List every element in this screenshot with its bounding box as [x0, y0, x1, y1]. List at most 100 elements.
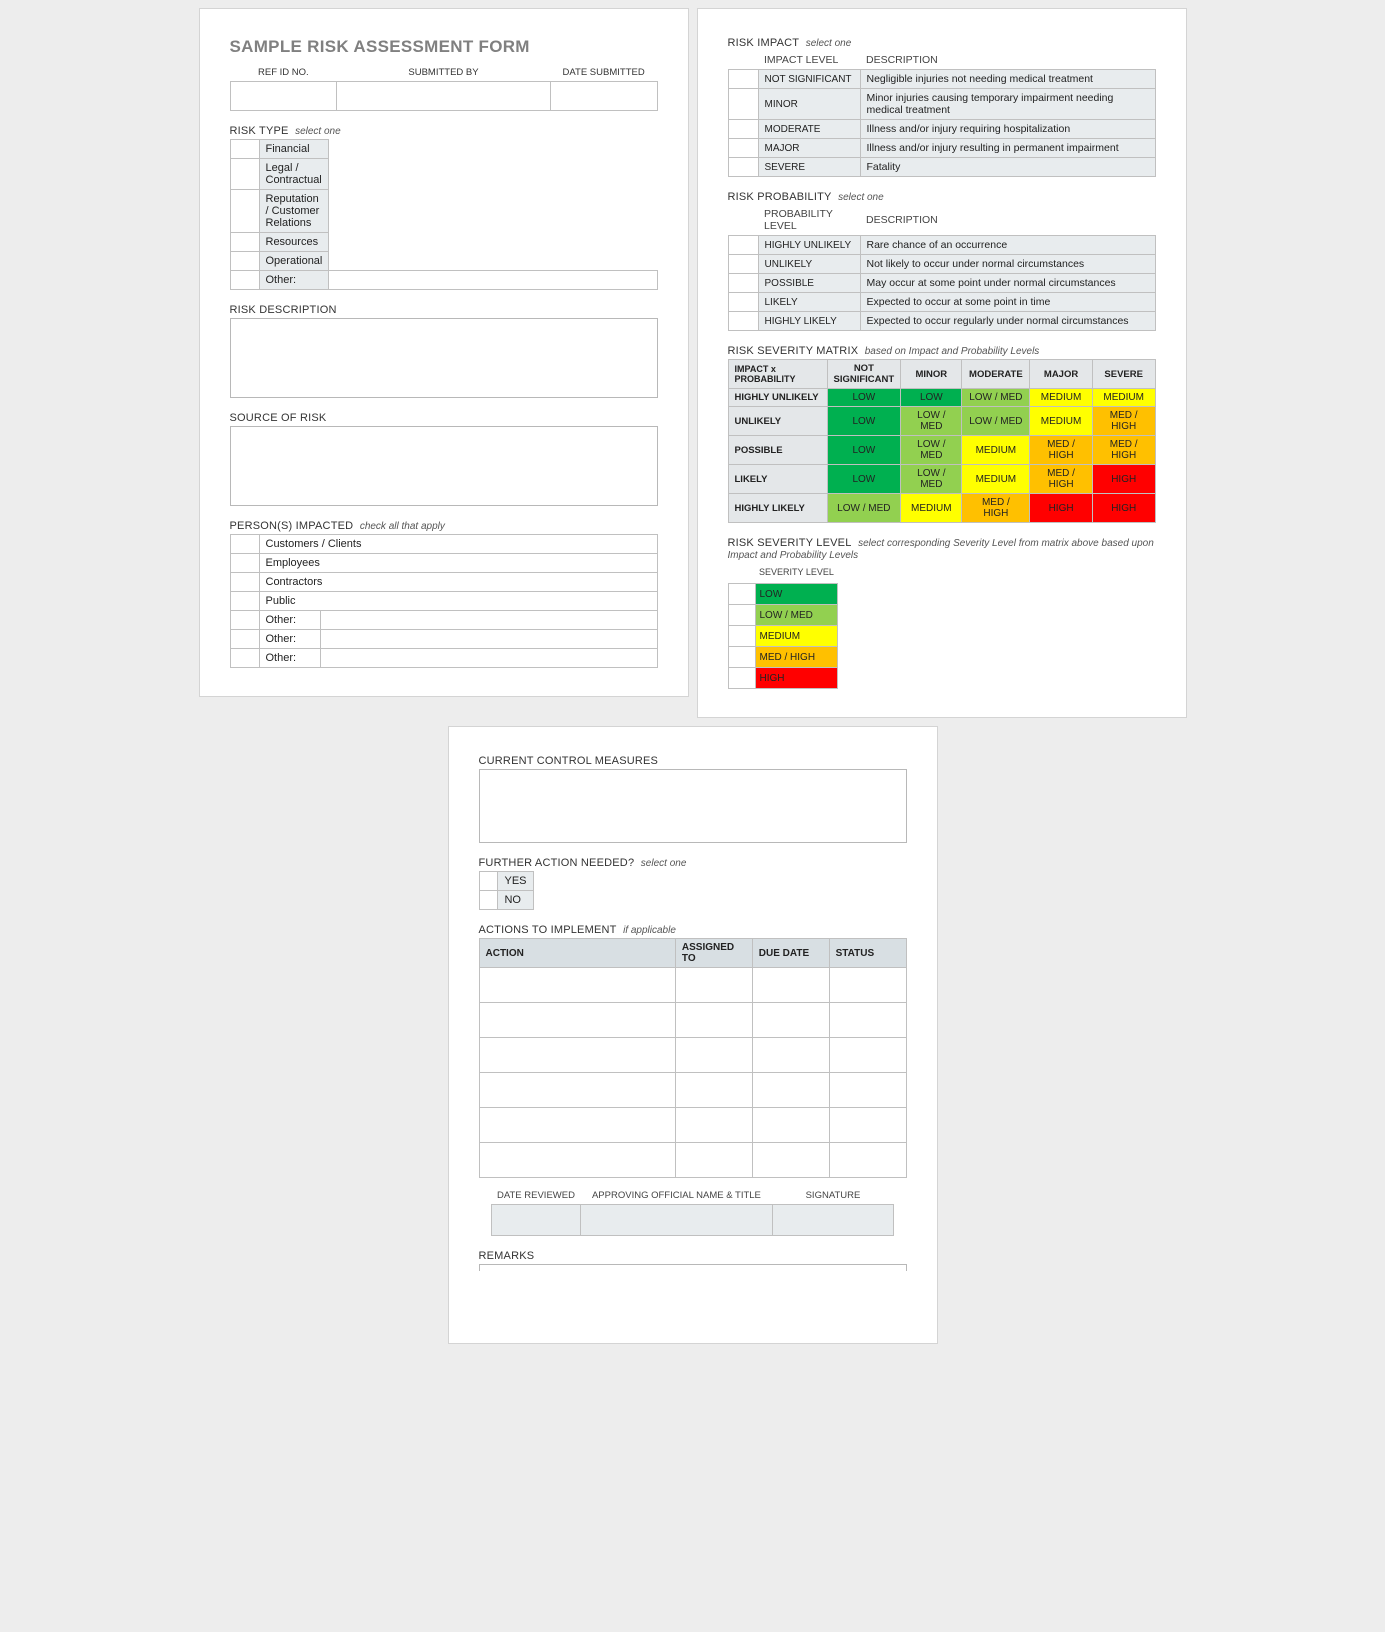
person-other-input[interactable]: [320, 630, 657, 649]
person-chk[interactable]: [230, 630, 259, 649]
person-chk[interactable]: [230, 649, 259, 668]
risk-probability-text: RISK PROBABILITY: [728, 191, 832, 203]
risk-description-input[interactable]: [230, 318, 658, 398]
ref-id-label: REF ID NO.: [230, 67, 337, 82]
impact-desc: Illness and/or injury resulting in perma…: [860, 139, 1155, 158]
risk-type-chk[interactable]: [230, 252, 259, 271]
prob-desc: Rare chance of an occurrence: [860, 236, 1155, 255]
person-chk[interactable]: [230, 611, 259, 630]
assigned-cell[interactable]: [675, 1108, 752, 1143]
due-cell[interactable]: [752, 1108, 829, 1143]
prob-chk[interactable]: [728, 236, 758, 255]
due-cell[interactable]: [752, 1073, 829, 1108]
assigned-cell[interactable]: [675, 968, 752, 1003]
due-cell[interactable]: [752, 968, 829, 1003]
person-other-input[interactable]: [320, 611, 657, 630]
severity-chk[interactable]: [728, 626, 755, 647]
page-3: CURRENT CONTROL MEASURES FURTHER ACTION …: [448, 726, 938, 1344]
person-chk[interactable]: [230, 535, 259, 554]
impact-chk[interactable]: [728, 89, 758, 120]
action-cell[interactable]: [479, 1038, 675, 1073]
further-yes-chk[interactable]: [479, 872, 498, 891]
signature-input[interactable]: [773, 1205, 893, 1236]
risk-matrix-table: IMPACT x PROBABILITYNOTSIGNIFICANTMINORM…: [728, 359, 1156, 523]
risk-type-chk[interactable]: [230, 190, 259, 233]
status-cell[interactable]: [829, 1038, 906, 1073]
action-cell[interactable]: [479, 1108, 675, 1143]
matrix-cell: HIGH: [1030, 494, 1093, 523]
severity-chk[interactable]: [728, 647, 755, 668]
severity-chk[interactable]: [728, 605, 755, 626]
approver-input[interactable]: [580, 1205, 773, 1236]
impact-level: MINOR: [758, 89, 860, 120]
page-2: RISK IMPACT select one IMPACT LEVEL DESC…: [697, 8, 1187, 718]
action-cell[interactable]: [479, 1143, 675, 1178]
source-of-risk-input[interactable]: [230, 426, 658, 506]
status-cell[interactable]: [829, 1073, 906, 1108]
prob-chk[interactable]: [728, 312, 758, 331]
risk-type-chk[interactable]: [230, 140, 259, 159]
prob-chk[interactable]: [728, 274, 758, 293]
prob-chk[interactable]: [728, 255, 758, 274]
risk-type-other-input[interactable]: [329, 271, 657, 290]
action-cell[interactable]: [479, 1073, 675, 1108]
status-cell[interactable]: [829, 1003, 906, 1038]
prob-level: UNLIKELY: [758, 255, 860, 274]
remarks-input[interactable]: [479, 1264, 907, 1271]
matrix-cell: MED / HIGH: [1092, 407, 1155, 436]
person-chk[interactable]: [230, 573, 259, 592]
matrix-row-label: UNLIKELY: [728, 407, 827, 436]
risk-type-label: RISK TYPE select one: [230, 125, 658, 137]
persons-impacted-hint: check all that apply: [360, 521, 445, 532]
person-chk[interactable]: [230, 554, 259, 573]
impact-chk[interactable]: [728, 70, 758, 89]
person-chk[interactable]: [230, 592, 259, 611]
due-cell[interactable]: [752, 1143, 829, 1178]
submitted-by-input[interactable]: [337, 82, 551, 111]
current-controls-input[interactable]: [479, 769, 907, 843]
date-reviewed-input[interactable]: [492, 1205, 580, 1236]
remarks-label: REMARKS: [479, 1250, 907, 1262]
date-submitted-input[interactable]: [550, 82, 657, 111]
risk-type-chk[interactable]: [230, 233, 259, 252]
risk-type-chk[interactable]: [230, 159, 259, 190]
impact-col1: IMPACT LEVEL: [758, 51, 860, 70]
status-cell[interactable]: [829, 968, 906, 1003]
severity-chk[interactable]: [728, 668, 755, 689]
assigned-cell[interactable]: [675, 1038, 752, 1073]
further-no-chk[interactable]: [479, 891, 498, 910]
severity-level-text: RISK SEVERITY LEVEL: [728, 537, 852, 549]
risk-description-label: RISK DESCRIPTION: [230, 304, 658, 316]
severity-chk[interactable]: [728, 584, 755, 605]
assigned-cell[interactable]: [675, 1003, 752, 1038]
assigned-cell[interactable]: [675, 1143, 752, 1178]
status-cell[interactable]: [829, 1143, 906, 1178]
due-cell[interactable]: [752, 1038, 829, 1073]
action-cell[interactable]: [479, 1003, 675, 1038]
due-cell[interactable]: [752, 1003, 829, 1038]
further-action-hint: select one: [641, 858, 687, 869]
severity-option: LOW: [755, 584, 837, 605]
matrix-cell: MEDIUM: [1030, 389, 1093, 407]
matrix-cell: LOW: [827, 389, 901, 407]
matrix-cell: MEDIUM: [962, 436, 1030, 465]
impact-chk[interactable]: [728, 139, 758, 158]
person-other-input[interactable]: [320, 649, 657, 668]
prob-chk[interactable]: [728, 293, 758, 312]
actions-col: DUE DATE: [752, 939, 829, 968]
submitted-by-label: SUBMITTED BY: [337, 67, 551, 82]
further-action-table: YES NO: [479, 871, 534, 910]
impact-chk[interactable]: [728, 120, 758, 139]
ref-id-input[interactable]: [230, 82, 337, 111]
impact-chk[interactable]: [728, 158, 758, 177]
assigned-cell[interactable]: [675, 1073, 752, 1108]
risk-type-chk[interactable]: [230, 271, 259, 290]
prob-col2: DESCRIPTION: [860, 205, 1155, 236]
severity-level-label: RISK SEVERITY LEVEL select corresponding…: [728, 537, 1156, 561]
signature-label: SIGNATURE: [773, 1190, 893, 1205]
current-controls-label: CURRENT CONTROL MEASURES: [479, 755, 907, 767]
action-cell[interactable]: [479, 968, 675, 1003]
risk-impact-text: RISK IMPACT: [728, 37, 800, 49]
status-cell[interactable]: [829, 1108, 906, 1143]
person-other-label: Other:: [259, 611, 320, 630]
